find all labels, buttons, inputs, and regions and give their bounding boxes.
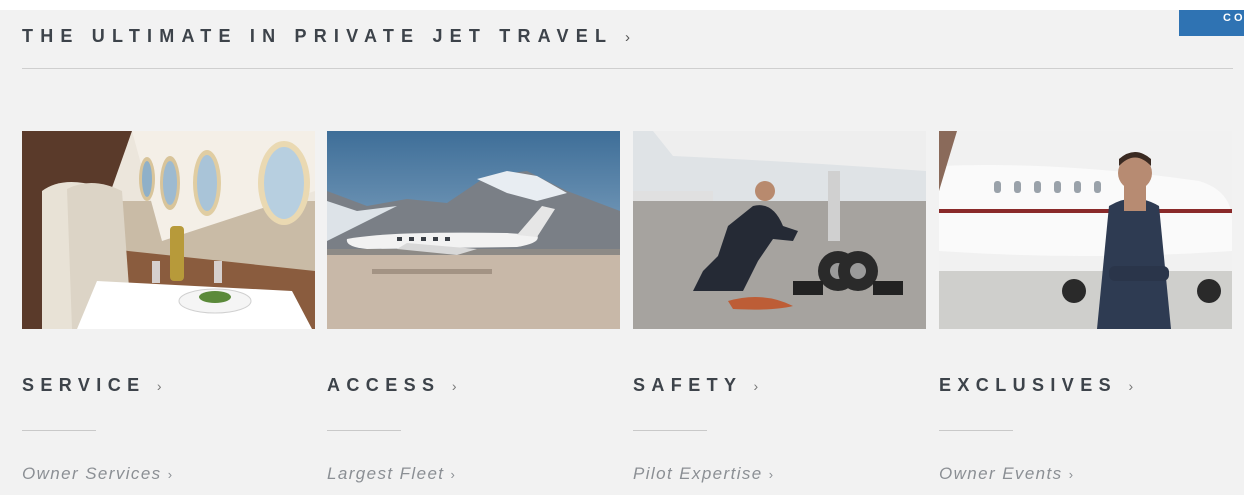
chevron-right-icon: › bbox=[156, 378, 162, 394]
header-title: THE ULTIMATE IN PRIVATE JET TRAVEL bbox=[22, 26, 613, 46]
chevron-right-icon: › bbox=[1068, 467, 1074, 482]
contact-button[interactable]: CONTACT bbox=[1179, 10, 1244, 36]
card-divider bbox=[22, 430, 96, 431]
card-title-label: ACCESS bbox=[327, 375, 441, 395]
card-access: ACCESS › Largest Fleet › bbox=[327, 131, 620, 495]
card-title-label: EXCLUSIVES bbox=[939, 375, 1118, 395]
chevron-right-icon: › bbox=[1128, 378, 1134, 394]
chevron-right-icon: › bbox=[625, 29, 631, 46]
card-title-service[interactable]: SERVICE › bbox=[22, 375, 162, 396]
chevron-right-icon: › bbox=[167, 467, 173, 482]
card-title-safety[interactable]: SAFETY › bbox=[633, 375, 758, 396]
chevron-right-icon: › bbox=[451, 378, 457, 394]
pilot-inspection-photo[interactable] bbox=[633, 131, 926, 329]
chevron-right-icon: › bbox=[768, 467, 774, 482]
card-exclusives: EXCLUSIVES › Owner Events › bbox=[939, 131, 1232, 495]
jet-mountains-photo[interactable] bbox=[327, 131, 620, 329]
card-divider bbox=[327, 430, 401, 431]
pilot-expertise-link[interactable]: Pilot Expertise › bbox=[633, 464, 773, 484]
card-title-exclusives[interactable]: EXCLUSIVES › bbox=[939, 375, 1133, 396]
header-divider bbox=[22, 68, 1233, 69]
cabin-dining-photo[interactable] bbox=[22, 131, 315, 329]
ambassador-jet-photo[interactable] bbox=[939, 131, 1232, 329]
sublink-label: Pilot Expertise bbox=[633, 464, 763, 483]
top-bar bbox=[0, 0, 1244, 10]
sublink-label: Owner Services bbox=[22, 464, 162, 483]
sublink-label: Largest Fleet bbox=[327, 464, 445, 483]
card-divider bbox=[633, 430, 707, 431]
chevron-right-icon: › bbox=[753, 378, 759, 394]
chevron-right-icon: › bbox=[450, 467, 455, 482]
card-safety: SAFETY › Pilot Expertise › bbox=[633, 131, 926, 495]
owner-services-link[interactable]: Owner Services › bbox=[22, 464, 172, 484]
card-title-label: SERVICE bbox=[22, 375, 146, 395]
card-title-label: SAFETY bbox=[633, 375, 743, 395]
card-service: SERVICE › Owner Services › bbox=[22, 131, 315, 495]
owner-events-link[interactable]: Owner Events › bbox=[939, 464, 1073, 484]
header-link[interactable]: THE ULTIMATE IN PRIVATE JET TRAVEL › bbox=[22, 26, 630, 47]
card-divider bbox=[939, 430, 1013, 431]
sublink-label: Owner Events bbox=[939, 464, 1063, 483]
card-title-access[interactable]: ACCESS › bbox=[327, 375, 457, 396]
largest-fleet-link[interactable]: Largest Fleet › bbox=[327, 464, 455, 484]
